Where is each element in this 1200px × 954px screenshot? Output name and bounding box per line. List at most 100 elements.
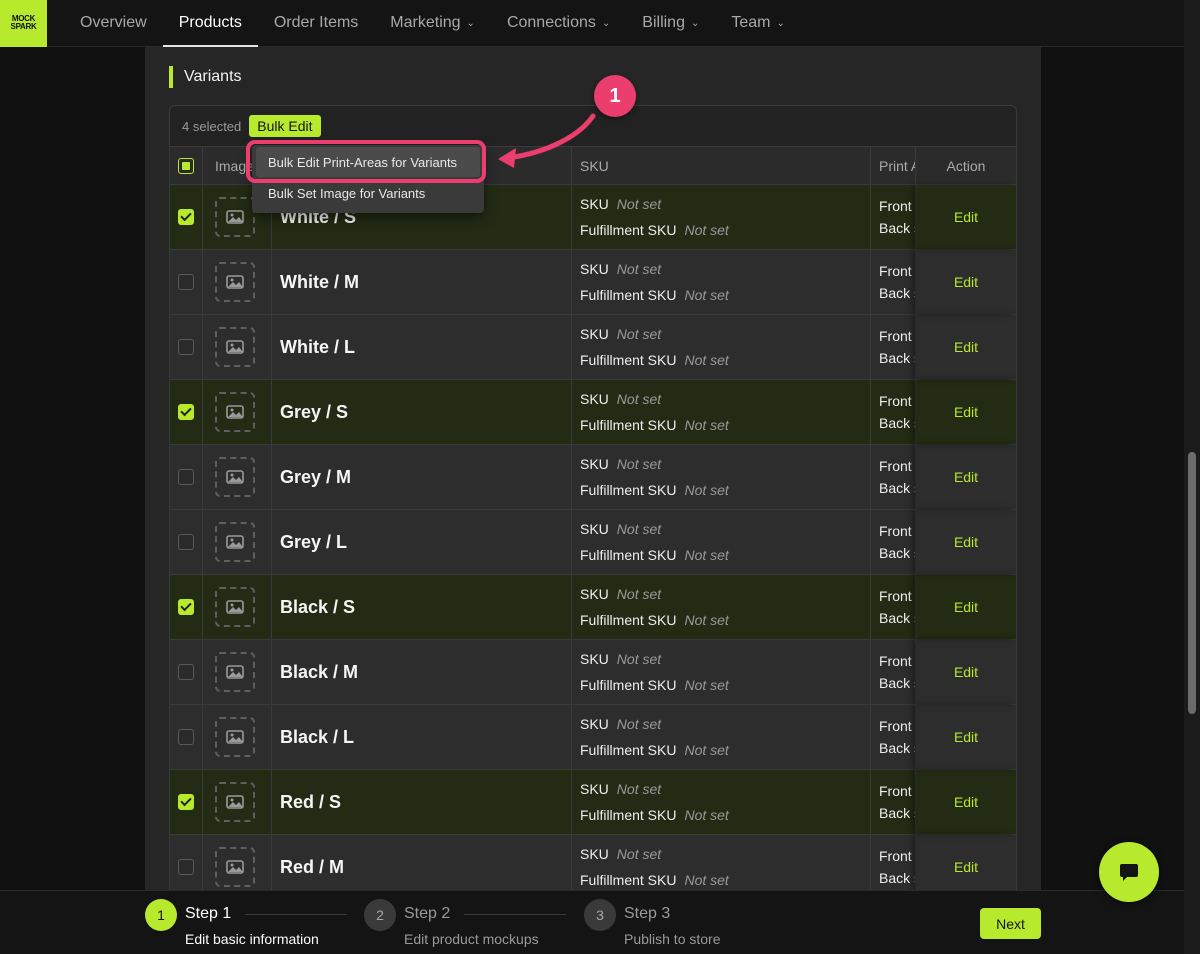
row-checkbox[interactable] (178, 599, 194, 615)
row-checkbox[interactable] (178, 469, 194, 485)
sku-label: SKU (580, 781, 609, 797)
logo-line-2: SPARK (10, 22, 37, 31)
row-select-cell[interactable] (170, 640, 203, 704)
row-select-cell[interactable] (170, 250, 203, 314)
image-placeholder-icon[interactable] (215, 717, 255, 757)
column-header-print-areas: Print Areas (871, 147, 916, 184)
step-connector (245, 914, 347, 915)
select-all-cell[interactable] (170, 147, 203, 184)
variant-name: Red / M (272, 835, 572, 890)
sku-line: SKU Not set (580, 261, 661, 277)
column-header-action: Action (946, 157, 986, 174)
row-checkbox[interactable] (178, 339, 194, 355)
sku-value: Not set (616, 781, 662, 797)
row-checkbox[interactable] (178, 729, 194, 745)
edit-button[interactable]: Edit (916, 250, 1016, 314)
table-row: Red / M SKU Not set Fulfillment SKU Not set F… (170, 835, 1016, 890)
row-checkbox[interactable] (178, 664, 194, 680)
row-select-cell[interactable] (170, 445, 203, 509)
table-row: Black / S SKU Not set Fulfillment SKU Not se… (170, 575, 1016, 640)
row-checkbox[interactable] (178, 404, 194, 420)
top-nav: MOCK SPARK Overview Products Order Items Ma… (0, 0, 1184, 47)
nav-item-connections[interactable]: Connections ⌄ (491, 0, 626, 47)
edit-button[interactable]: Edit (916, 185, 1016, 249)
row-select-cell[interactable] (170, 510, 203, 574)
image-placeholder-icon[interactable] (215, 392, 255, 432)
edit-button[interactable]: Edit (916, 705, 1016, 769)
image-placeholder-icon[interactable] (215, 522, 255, 562)
row-checkbox[interactable] (178, 859, 194, 875)
image-placeholder-icon[interactable] (215, 587, 255, 627)
sku-label: SKU (580, 586, 609, 602)
nav-item-products[interactable]: Products (162, 0, 258, 47)
sku-value: Not set (616, 326, 662, 342)
edit-button[interactable]: Edit (916, 770, 1016, 834)
image-placeholder-icon[interactable] (215, 327, 255, 367)
nav-item-marketing[interactable]: Marketing ⌄ (374, 0, 491, 47)
image-placeholder-icon[interactable] (215, 262, 255, 302)
edit-button[interactable]: Edit (916, 510, 1016, 574)
sku-value: Not set (616, 651, 662, 667)
row-select-cell[interactable] (170, 575, 203, 639)
row-select-cell[interactable] (170, 380, 203, 444)
nav-item-overview[interactable]: Overview (64, 0, 163, 47)
logo[interactable]: MOCK SPARK (0, 0, 47, 47)
bulk-edit-button[interactable]: Bulk Edit (249, 115, 321, 137)
chevron-down-icon: ⌄ (601, 17, 611, 29)
image-placeholder-icon[interactable] (215, 782, 255, 822)
sku-line: SKU Not set (580, 456, 661, 472)
select-all-checkbox[interactable] (178, 157, 194, 174)
row-select-cell[interactable] (170, 835, 203, 890)
nav-item-billing[interactable]: Billing ⌄ (626, 0, 715, 47)
row-image-cell (203, 510, 272, 574)
row-select-cell[interactable] (170, 770, 203, 834)
image-placeholder-icon[interactable] (215, 457, 255, 497)
sku-value: Not set (616, 716, 662, 732)
print-areas-cell: Front Back side (871, 640, 916, 704)
edit-button[interactable]: Edit (916, 835, 1016, 890)
table-row: White / M SKU Not set Fulfillment SKU Not se… (170, 250, 1016, 315)
sku-cell: SKU Not set Fulfillment SKU Not set (572, 185, 871, 249)
row-checkbox[interactable] (178, 794, 194, 810)
page-scrollbar[interactable] (1184, 0, 1200, 954)
step-2[interactable]: 2 Step 2 Edit product mockups (364, 899, 566, 947)
sku-cell: SKU Not set Fulfillment SKU Not set (572, 705, 871, 769)
sku-label: SKU (580, 261, 609, 277)
row-checkbox[interactable] (178, 534, 194, 550)
nav-item-order-items[interactable]: Order Items (258, 0, 374, 47)
section-title: Variants (169, 66, 242, 88)
fulfillment-sku-value: Not set (684, 742, 729, 758)
row-select-cell[interactable] (170, 185, 203, 249)
image-placeholder-icon[interactable] (215, 847, 255, 887)
chat-button[interactable] (1099, 842, 1159, 902)
table-row: White / L SKU Not set Fulfillment SKU Not se… (170, 315, 1016, 380)
row-select-cell[interactable] (170, 705, 203, 769)
step-3[interactable]: 3 Step 3 Publish to store (584, 899, 721, 947)
image-placeholder-icon[interactable] (215, 652, 255, 692)
print-area-back: Back side (879, 545, 915, 561)
edit-button[interactable]: Edit (916, 315, 1016, 379)
row-checkbox[interactable] (178, 209, 194, 225)
next-button[interactable]: Next (980, 908, 1041, 939)
variant-name: Grey / S (272, 380, 572, 444)
edit-button[interactable]: Edit (916, 640, 1016, 704)
print-areas-cell: Front Back side (871, 705, 916, 769)
row-select-cell[interactable] (170, 315, 203, 379)
image-placeholder-icon[interactable] (215, 197, 255, 237)
print-area-front: Front (879, 393, 912, 409)
scrollbar-thumb[interactable] (1188, 452, 1196, 714)
fulfillment-sku-value: Not set (684, 222, 729, 238)
fulfillment-sku-line: Fulfillment SKU Not set (580, 612, 729, 628)
edit-button[interactable]: Edit (916, 575, 1016, 639)
row-image-cell (203, 705, 272, 769)
print-areas-cell: Front Back side (871, 445, 916, 509)
nav-item-team[interactable]: Team ⌄ (715, 0, 801, 47)
edit-button[interactable]: Edit (916, 445, 1016, 509)
row-checkbox[interactable] (178, 274, 194, 290)
edit-button[interactable]: Edit (916, 380, 1016, 444)
nav-item-label: Overview (80, 14, 147, 31)
step-1[interactable]: 1 Step 1 Edit basic information (145, 899, 347, 947)
sku-line: SKU Not set (580, 326, 661, 342)
print-area-back: Back side (879, 415, 915, 431)
sku-cell: SKU Not set Fulfillment SKU Not set (572, 770, 871, 834)
